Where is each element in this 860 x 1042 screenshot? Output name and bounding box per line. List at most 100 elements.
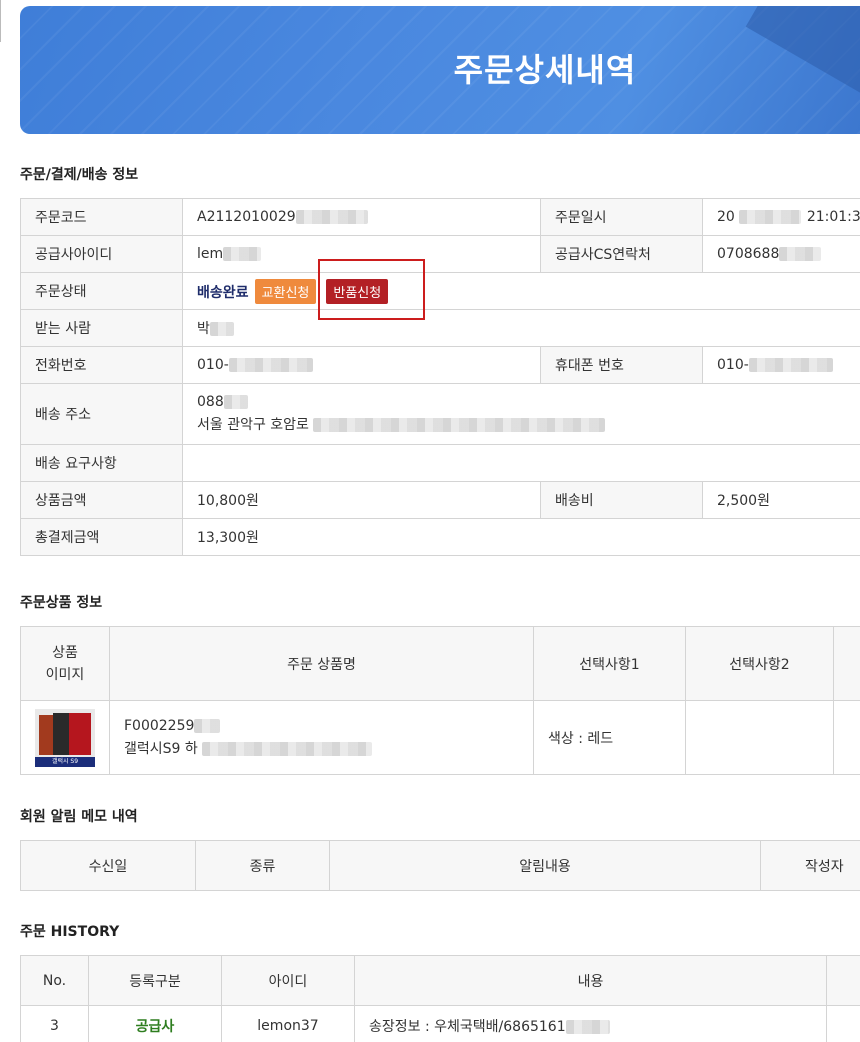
table-row: 전화번호 010- 휴대폰 번호 010-: [20, 346, 860, 384]
col-header-notification-content: 알림내용: [329, 840, 761, 891]
delivery-request-label: 배송 요구사항: [20, 444, 183, 482]
table-row: 갤럭시 S9 F0002259 갤럭시S9 하 색상 : 레드: [20, 700, 860, 775]
redacted-blur: [295, 210, 368, 224]
option1-value: 색상 : 레드: [533, 700, 686, 775]
table-row: 주문코드 A2112010029 주문일시 20 21:01:38: [20, 198, 860, 236]
history-extra: [826, 1005, 860, 1042]
history-type: 공급사: [88, 1005, 222, 1042]
total-amount-label: 총결제금액: [20, 518, 183, 556]
order-status-cell: 배송완료 교환신청 반품신청: [182, 272, 860, 310]
order-info-table: 주문코드 A2112010029 주문일시 20 21:01:38 공급사아이디 …: [20, 198, 860, 556]
table-row: 받는 사람 박: [20, 309, 860, 347]
supplier-id-label: 공급사아이디: [20, 235, 183, 273]
order-status-label: 주문상태: [20, 272, 183, 310]
order-products-table: 상품 이미지 주문 상품명 선택사항1 선택사항2 갤럭시 S9 F000225…: [20, 626, 860, 775]
mobile-value: 010-: [717, 357, 749, 373]
history-no: 3: [20, 1005, 89, 1042]
member-memo-table: 수신일 종류 알림내용 작성자: [20, 840, 860, 891]
supplier-cs-cell: 0708688: [702, 235, 860, 273]
col-header-option2: 선택사항2: [685, 626, 834, 701]
product-code: F0002259: [124, 717, 195, 734]
product-amount-label: 상품금액: [20, 481, 183, 519]
product-code-line: F0002259: [124, 718, 532, 734]
section-title-order-products: 주문상품 정보: [20, 595, 103, 611]
table-row: 공급사아이디 lem 공급사CS연락처 0708688: [20, 235, 860, 273]
shipping-fee-value: 2,500원: [702, 481, 860, 519]
order-date-value-time: 21:01:38: [806, 209, 860, 225]
table-row: 3 공급사 lemon37 송장정보 : 우체국택배/6865161: [20, 1005, 860, 1042]
thumb-caption: 갤럭시 S9: [35, 756, 95, 767]
col-header-type: 종류: [195, 840, 330, 891]
product-amount-value: 10,800원: [182, 481, 541, 519]
col-header-content: 내용: [354, 955, 827, 1006]
mobile-label: 휴대폰 번호: [540, 346, 703, 384]
redacted-blur: [228, 358, 313, 372]
col-header-received-date: 수신일: [20, 840, 196, 891]
extra-cell: [833, 700, 860, 775]
address-label: 배송 주소: [20, 383, 183, 445]
redacted-blur: [312, 418, 605, 432]
address-zip: 088: [197, 394, 224, 410]
history-content: 송장정보 : 우체국택배/6865161: [369, 1018, 566, 1035]
product-name-line: 갤럭시S9 하: [124, 738, 532, 758]
redacted-blur: [738, 210, 801, 224]
order-code-value: A2112010029: [197, 209, 296, 225]
table-row: 주문상태 배송완료 교환신청 반품신청: [20, 272, 860, 310]
order-date-label: 주문일시: [540, 198, 703, 236]
redacted-blur: [201, 741, 372, 756]
order-code-cell: A2112010029: [182, 198, 541, 236]
col-header-image: 상품 이미지: [20, 626, 110, 701]
option2-value: [685, 700, 834, 775]
col-header-extra: [833, 626, 860, 701]
thumb-case-red: [69, 712, 91, 755]
recipient-value: 박: [197, 321, 210, 337]
phone-cell: 010-: [182, 346, 541, 384]
history-user-id: lemon37: [221, 1005, 355, 1042]
section-title-order-info: 주문/결제/배송 정보: [20, 167, 139, 183]
history-table: No. 등록구분 아이디 내용 3 공급사 lemon37 송장정보 : 우체국…: [20, 955, 860, 1042]
product-image-cell: 갤럭시 S9: [20, 700, 110, 775]
product-name-cell: F0002259 갤럭시S9 하: [109, 700, 534, 775]
page-title: 주문상세내역: [453, 51, 637, 89]
redacted-blur: [223, 395, 248, 409]
col-header-product-name: 주문 상품명: [109, 626, 534, 701]
history-content-cell: 송장정보 : 우체국택배/6865161: [354, 1005, 827, 1042]
table-row: 상품금액 10,800원 배송비 2,500원: [20, 481, 860, 519]
address-street-line: 서울 관악구 호암로: [197, 414, 860, 434]
col-header-author: 작성자: [760, 840, 860, 891]
delivery-request-value: [182, 444, 860, 482]
section-title-member-memo: 회원 알림 메모 내역: [20, 809, 138, 825]
phone-label: 전화번호: [20, 346, 183, 384]
col-header-option1: 선택사항1: [533, 626, 686, 701]
order-date-cell: 20 21:01:38: [702, 198, 860, 236]
col-header-no: No.: [20, 955, 89, 1006]
table-header-row: No. 등록구분 아이디 내용: [20, 955, 860, 1006]
redacted-blur: [565, 1019, 610, 1034]
order-status-value: 배송완료: [197, 284, 249, 301]
col-header-extra: [826, 955, 860, 1006]
return-request-highlight-box: [318, 259, 425, 320]
redacted-blur: [223, 247, 262, 261]
phone-value: 010-: [197, 357, 229, 373]
table-header-row: 수신일 종류 알림내용 작성자: [20, 840, 860, 891]
product-thumbnail[interactable]: 갤럭시 S9: [35, 708, 95, 767]
recipient-label: 받는 사람: [20, 309, 183, 347]
order-code-label: 주문코드: [20, 198, 183, 236]
recipient-cell: 박: [182, 309, 860, 347]
redacted-blur: [748, 358, 833, 372]
table-header-row: 상품 이미지 주문 상품명 선택사항1 선택사항2: [20, 626, 860, 701]
col-header-user-id: 아이디: [221, 955, 355, 1006]
supplier-cs-label: 공급사CS연락처: [540, 235, 703, 273]
col-header-registration-type: 등록구분: [88, 955, 222, 1006]
exchange-request-button[interactable]: 교환신청: [254, 278, 317, 304]
redacted-blur: [779, 247, 822, 261]
product-name[interactable]: 갤럭시S9 하: [124, 741, 198, 757]
redacted-blur: [194, 718, 221, 733]
section-title-history: 주문 HISTORY: [20, 924, 120, 940]
window-edge: [0, 0, 1, 42]
supplier-cs-value: 0708688: [717, 246, 780, 262]
table-row: 배송 요구사항: [20, 444, 860, 482]
shipping-fee-label: 배송비: [540, 481, 703, 519]
order-date-value-prefix: 20: [717, 209, 735, 225]
table-row: 총결제금액 13,300원: [20, 518, 860, 556]
